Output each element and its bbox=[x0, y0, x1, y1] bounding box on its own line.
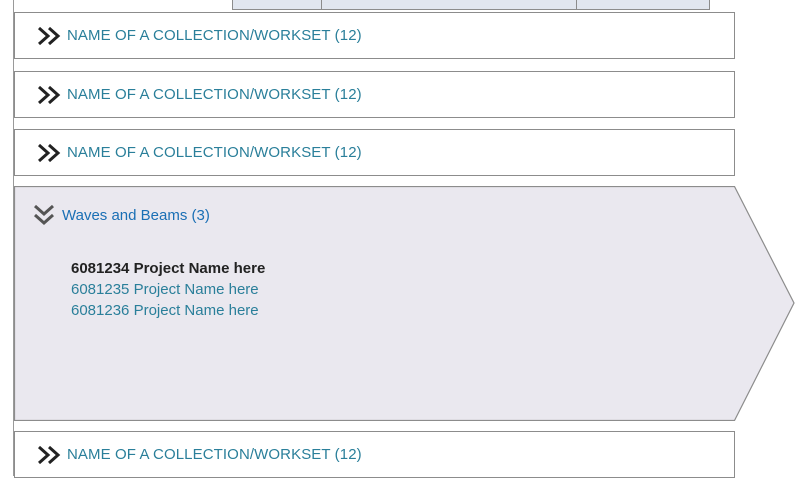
collection-row[interactable]: NAME OF A COLLECTION/WORKSET (12) bbox=[14, 71, 735, 118]
top-tab-2[interactable] bbox=[321, 0, 577, 10]
collection-row[interactable]: NAME OF A COLLECTION/WORKSET (12) bbox=[14, 129, 735, 176]
expanded-collection-panel: Waves and Beams (3) 6081234 Project Name… bbox=[14, 186, 795, 421]
expanded-collection-header[interactable]: Waves and Beams (3) bbox=[32, 203, 210, 227]
project-item-selected[interactable]: 6081234 Project Name here bbox=[71, 258, 265, 279]
collection-row[interactable]: NAME OF A COLLECTION/WORKSET (12) bbox=[14, 431, 735, 478]
expanded-collection-title: Waves and Beams (3) bbox=[62, 206, 210, 224]
collection-label: NAME OF A COLLECTION/WORKSET (12) bbox=[67, 446, 362, 463]
collection-row[interactable]: NAME OF A COLLECTION/WORKSET (12) bbox=[14, 12, 735, 59]
chevron-double-right-icon bbox=[38, 26, 61, 45]
chevron-double-down-icon bbox=[34, 204, 54, 226]
chevron-double-right-icon bbox=[38, 85, 61, 104]
collection-label: NAME OF A COLLECTION/WORKSET (12) bbox=[67, 86, 362, 103]
project-item[interactable]: 6081235 Project Name here bbox=[71, 279, 265, 300]
collection-label: NAME OF A COLLECTION/WORKSET (12) bbox=[67, 144, 362, 161]
project-list: 6081234 Project Name here 6081235 Projec… bbox=[71, 258, 265, 321]
chevron-double-right-icon bbox=[38, 143, 61, 162]
project-item[interactable]: 6081236 Project Name here bbox=[71, 300, 265, 321]
collection-label: NAME OF A COLLECTION/WORKSET (12) bbox=[67, 27, 362, 44]
top-tab-1[interactable] bbox=[232, 0, 322, 10]
chevron-double-right-icon bbox=[38, 445, 61, 464]
top-tab-3[interactable] bbox=[576, 0, 710, 10]
